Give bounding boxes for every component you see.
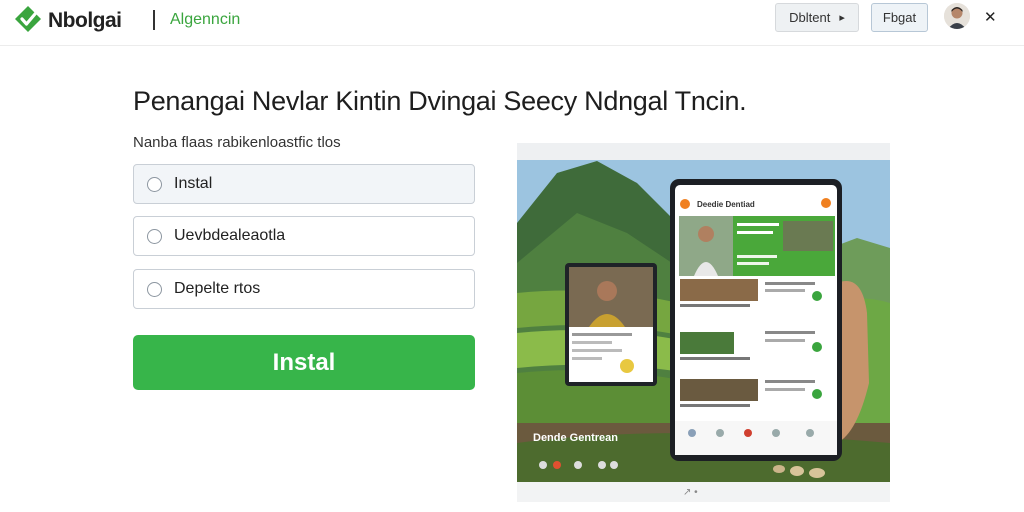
radio-button[interactable] <box>147 176 162 192</box>
option-label: Depelte rtos <box>174 280 261 297</box>
header-button-primary[interactable]: Dbltent ▸ <box>775 3 859 32</box>
option-install[interactable]: Instal <box>133 164 475 204</box>
radio-button[interactable] <box>147 228 162 244</box>
header-button-primary-label: Dbltent <box>789 10 831 25</box>
svg-text:↗ •: ↗ • <box>683 487 698 498</box>
option-update[interactable]: Uevbdealeaotla <box>133 216 475 256</box>
chevron-right-icon: ▸ <box>839 12 845 24</box>
brand-divider <box>153 10 155 30</box>
brand-name[interactable]: Nbolgai <box>48 9 122 33</box>
logo-icon[interactable] <box>13 4 43 34</box>
options-subtitle: Nanba flaas rabikenloastfic tlos <box>133 134 341 151</box>
option-delete[interactable]: Depelte rtos <box>133 269 475 309</box>
brand-subtitle: Algenncin <box>170 11 241 28</box>
close-icon[interactable]: ✕ <box>984 8 997 26</box>
header-button-secondary-label: Fbgat <box>882 10 917 25</box>
promo-image: ↗ • Deedie Dentiad Dende Gentrean <box>517 143 890 502</box>
header-bar: Nbolgai Algenncin Dbltent ▸ Fbgat ✕ <box>0 0 1024 46</box>
promo-app-title: Deedie Dentiad <box>697 200 755 209</box>
option-label: Instal <box>174 175 213 192</box>
promo-illustration: ↗ • Deedie Dentiad Dende Gentrean <box>517 143 890 502</box>
user-avatar[interactable] <box>944 3 970 29</box>
radio-button[interactable] <box>147 281 162 297</box>
option-label: Uevbdealeaotla <box>174 227 286 244</box>
page-title: Penangai Nevlar Kintin Dvingai Seecy Ndn… <box>133 86 747 116</box>
install-button[interactable]: Instal <box>133 335 475 390</box>
header-button-secondary[interactable]: Fbgat <box>871 3 928 32</box>
promo-caption: Dende Gentrean <box>533 432 618 444</box>
